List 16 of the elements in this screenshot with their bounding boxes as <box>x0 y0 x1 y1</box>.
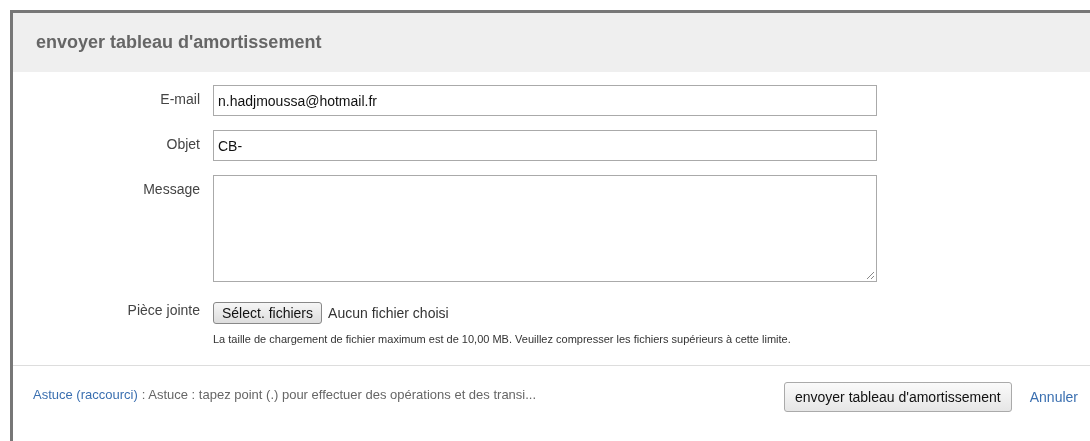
message-field[interactable] <box>213 175 877 282</box>
input-field[interactable]: n.hadjmoussa@hotmail.fr <box>213 85 877 116</box>
field-label: Objet <box>165 135 201 154</box>
tip-link[interactable]: Astuce (raccourci) <box>33 386 138 402</box>
field-label: Pièce jointe <box>126 301 201 320</box>
cancel-link[interactable]: Annuler <box>1029 389 1078 405</box>
input-field[interactable]: CB- <box>213 130 877 161</box>
field-label: E-mail <box>159 90 201 109</box>
submit-button[interactable]: envoyer tableau d'amortissement <box>783 382 1012 412</box>
file-status: Aucun fichier choisi <box>328 305 449 321</box>
file-select-button[interactable]: Sélect. fichiers <box>213 302 323 324</box>
resize-grip-icon[interactable] <box>866 271 875 280</box>
dialog-title: envoyer tableau d'amortissement <box>36 32 322 53</box>
field-label: Message <box>142 180 201 199</box>
tip-text: : Astuce : tapez point (.) pour effectuer des opérations et des transi... <box>141 386 537 402</box>
upload-hint: La taille de chargement de fichier maximum est de 10,00 MB. Veuillez compresser les fichiers supérieurs à cette limite. <box>213 333 791 345</box>
